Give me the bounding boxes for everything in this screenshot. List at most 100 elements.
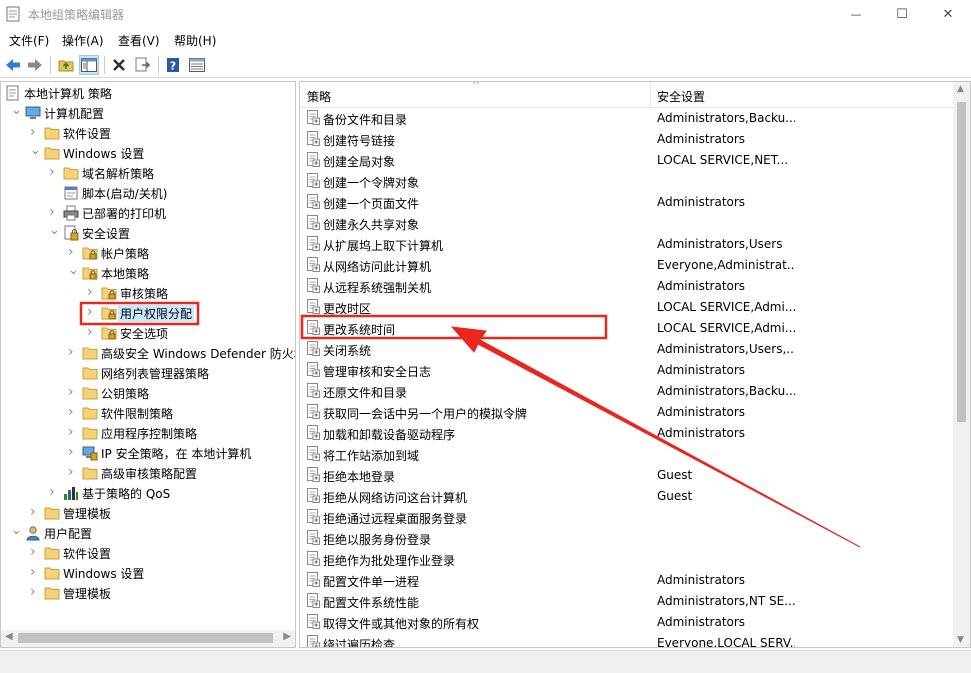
policy-row[interactable]: 创建全局对象 LOCAL SERVICE,NET... bbox=[300, 149, 955, 170]
collapsed-chevron-icon[interactable]: › bbox=[68, 424, 78, 440]
policy-row[interactable]: 备份文件和目录 Administrators,Backu... bbox=[300, 107, 955, 128]
menu-action[interactable]: 操作(A) bbox=[62, 32, 104, 49]
tree-node[interactable]: ⌄ 安全设置 bbox=[1, 223, 295, 243]
list-vertical-scrollbar[interactable]: ▲ ▼ bbox=[953, 82, 970, 647]
tree-node[interactable]: › 管理模板 bbox=[1, 503, 295, 523]
policy-row[interactable]: 从远程系统强制关机 Administrators bbox=[300, 275, 955, 296]
expanded-chevron-icon[interactable]: ⌄ bbox=[11, 103, 22, 118]
menu-help[interactable]: 帮助(H) bbox=[174, 32, 216, 49]
expanded-chevron-icon[interactable]: ⌄ bbox=[11, 523, 22, 538]
list-scroll-thumb[interactable] bbox=[957, 102, 966, 422]
menu-file[interactable]: 文件(F) bbox=[9, 32, 49, 49]
policy-row[interactable]: 关闭系统 Administrators,Users,... bbox=[300, 338, 955, 359]
policy-row[interactable]: 更改系统时间 LOCAL SERVICE,Admi... bbox=[300, 317, 955, 338]
tree-node[interactable]: › 应用程序控制策略 bbox=[1, 423, 295, 443]
export-list-button[interactable] bbox=[133, 55, 153, 75]
policy-row[interactable]: 拒绝本地登录 Guest bbox=[300, 464, 955, 485]
policy-row[interactable]: 从网络访问此计算机 Everyone,Administrat... bbox=[300, 254, 955, 275]
tree-horizontal-scrollbar[interactable]: ◀ ▶ bbox=[1, 630, 295, 647]
tree-node[interactable]: › 用户权限分配 bbox=[1, 303, 295, 323]
properties-view-button[interactable] bbox=[187, 55, 207, 75]
collapsed-chevron-icon[interactable]: › bbox=[68, 384, 78, 400]
tree-node[interactable]: › 审核策略 bbox=[1, 283, 295, 303]
collapsed-chevron-icon[interactable]: › bbox=[68, 404, 78, 420]
tree-node[interactable]: › 软件限制策略 bbox=[1, 403, 295, 423]
collapsed-chevron-icon[interactable]: › bbox=[30, 584, 40, 600]
policy-row[interactable]: 还原文件和目录 Administrators,Backu... bbox=[300, 380, 955, 401]
scroll-down-arrow-icon[interactable]: ▼ bbox=[957, 635, 964, 645]
collapsed-chevron-icon[interactable]: › bbox=[49, 484, 59, 500]
collapsed-chevron-icon[interactable]: › bbox=[68, 464, 78, 480]
policy-list[interactable]: ^ 策略 安全设置 ▲ ▼ 备份文件和目录 Administrators,Back… bbox=[299, 81, 971, 648]
collapsed-chevron-icon[interactable]: › bbox=[87, 324, 97, 340]
policy-row[interactable]: 绕过遍历检查 Everyone,LOCAL SERV... bbox=[300, 632, 955, 647]
collapsed-chevron-icon[interactable]: › bbox=[68, 444, 78, 460]
policy-row[interactable]: 创建一个页面文件 Administrators bbox=[300, 191, 955, 212]
show-hide-tree-button[interactable] bbox=[79, 55, 99, 75]
policy-row[interactable]: 配置文件单一进程 Administrators bbox=[300, 569, 955, 590]
tree-node[interactable]: 本地计算机 策略 bbox=[1, 83, 295, 103]
menu-view[interactable]: 查看(V) bbox=[118, 32, 160, 49]
tree-node[interactable]: ⌄ 计算机配置 bbox=[1, 103, 295, 123]
collapsed-chevron-icon[interactable]: › bbox=[68, 344, 78, 360]
scroll-up-arrow-icon[interactable]: ▲ bbox=[957, 84, 964, 94]
collapsed-chevron-icon[interactable]: › bbox=[87, 284, 97, 300]
tree-node[interactable]: › 公钥策略 bbox=[1, 383, 295, 403]
tree-node[interactable]: › 基于策略的 QoS bbox=[1, 483, 295, 503]
column-header-policy[interactable]: 策略 bbox=[307, 88, 331, 105]
tree-node[interactable]: › 软件设置 bbox=[1, 543, 295, 563]
policy-row[interactable]: 将工作站添加到域 bbox=[300, 443, 955, 464]
back-button[interactable] bbox=[3, 55, 23, 75]
tree-node[interactable]: › 管理模板 bbox=[1, 583, 295, 603]
collapsed-chevron-icon[interactable]: › bbox=[30, 124, 40, 140]
policy-row[interactable]: 加载和卸载设备驱动程序 Administrators bbox=[300, 422, 955, 443]
policy-row[interactable]: 从扩展坞上取下计算机 Administrators,Users bbox=[300, 233, 955, 254]
tree-node[interactable]: 网络列表管理器策略 bbox=[1, 363, 295, 383]
policy-row[interactable]: 获取同一会话中另一个用户的模拟令牌 Administrators bbox=[300, 401, 955, 422]
collapsed-chevron-icon[interactable]: › bbox=[30, 564, 40, 580]
close-button[interactable]: ✕ bbox=[925, 0, 971, 28]
console-tree[interactable]: ◀ ▶ 本地计算机 策略 ⌄ 计算机配置 › 软件设置 ⌄ Windows 设置 › 域名解析策… bbox=[0, 81, 296, 648]
policy-row[interactable]: 更改时区 LOCAL SERVICE,Admi... bbox=[300, 296, 955, 317]
policy-row[interactable]: 拒绝从网络访问这台计算机 Guest bbox=[300, 485, 955, 506]
column-header-security-setting[interactable]: 安全设置 bbox=[657, 88, 705, 105]
up-folder-button[interactable] bbox=[56, 55, 76, 75]
collapsed-chevron-icon[interactable]: › bbox=[68, 244, 78, 260]
scroll-right-arrow-icon[interactable]: ▶ bbox=[283, 631, 291, 642]
minimize-button[interactable]: — bbox=[833, 0, 879, 28]
tree-node[interactable]: ⌄ 用户配置 bbox=[1, 523, 295, 543]
collapsed-chevron-icon[interactable]: › bbox=[87, 304, 97, 320]
tree-node[interactable]: › 安全选项 bbox=[1, 323, 295, 343]
maximize-button[interactable]: ☐ bbox=[879, 0, 925, 28]
forward-button[interactable] bbox=[25, 55, 45, 75]
tree-node[interactable]: ⌄ 本地策略 bbox=[1, 263, 295, 283]
tree-node[interactable]: › IP 安全策略，在 本地计算机 bbox=[1, 443, 295, 463]
collapsed-chevron-icon[interactable]: › bbox=[49, 164, 59, 180]
policy-row[interactable]: 创建符号链接 Administrators bbox=[300, 128, 955, 149]
tree-node[interactable]: › 已部署的打印机 bbox=[1, 203, 295, 223]
tree-node[interactable]: ⌄ Windows 设置 bbox=[1, 143, 295, 163]
delete-button[interactable] bbox=[109, 55, 129, 75]
scroll-left-arrow-icon[interactable]: ◀ bbox=[5, 631, 13, 642]
policy-row[interactable]: 管理审核和安全日志 Administrators bbox=[300, 359, 955, 380]
collapsed-chevron-icon[interactable]: › bbox=[30, 504, 40, 520]
tree-node[interactable]: 脚本(启动/关机) bbox=[1, 183, 295, 203]
collapsed-chevron-icon[interactable]: › bbox=[30, 544, 40, 560]
policy-row[interactable]: 配置文件系统性能 Administrators,NT SE... bbox=[300, 590, 955, 611]
help-button[interactable]: ? bbox=[163, 55, 183, 75]
policy-row[interactable]: 拒绝以服务身份登录 bbox=[300, 527, 955, 548]
policy-row[interactable]: 拒绝通过远程桌面服务登录 bbox=[300, 506, 955, 527]
tree-node[interactable]: › 软件设置 bbox=[1, 123, 295, 143]
tree-node[interactable]: › 高级审核策略配置 bbox=[1, 463, 295, 483]
tree-node[interactable]: › 高级安全 Windows Defender 防火墙 bbox=[1, 343, 295, 363]
tree-scroll-thumb[interactable] bbox=[18, 633, 273, 643]
policy-row[interactable]: 拒绝作为批处理作业登录 bbox=[300, 548, 955, 569]
policy-row[interactable]: 创建永久共享对象 bbox=[300, 212, 955, 233]
collapsed-chevron-icon[interactable]: › bbox=[49, 204, 59, 220]
policy-row[interactable]: 取得文件或其他对象的所有权 Administrators bbox=[300, 611, 955, 632]
expanded-chevron-icon[interactable]: ⌄ bbox=[30, 143, 41, 158]
tree-node[interactable]: › 域名解析策略 bbox=[1, 163, 295, 183]
tree-node[interactable]: › Windows 设置 bbox=[1, 563, 295, 583]
tree-node[interactable]: › 帐户策略 bbox=[1, 243, 295, 263]
policy-row[interactable]: 创建一个令牌对象 bbox=[300, 170, 955, 191]
